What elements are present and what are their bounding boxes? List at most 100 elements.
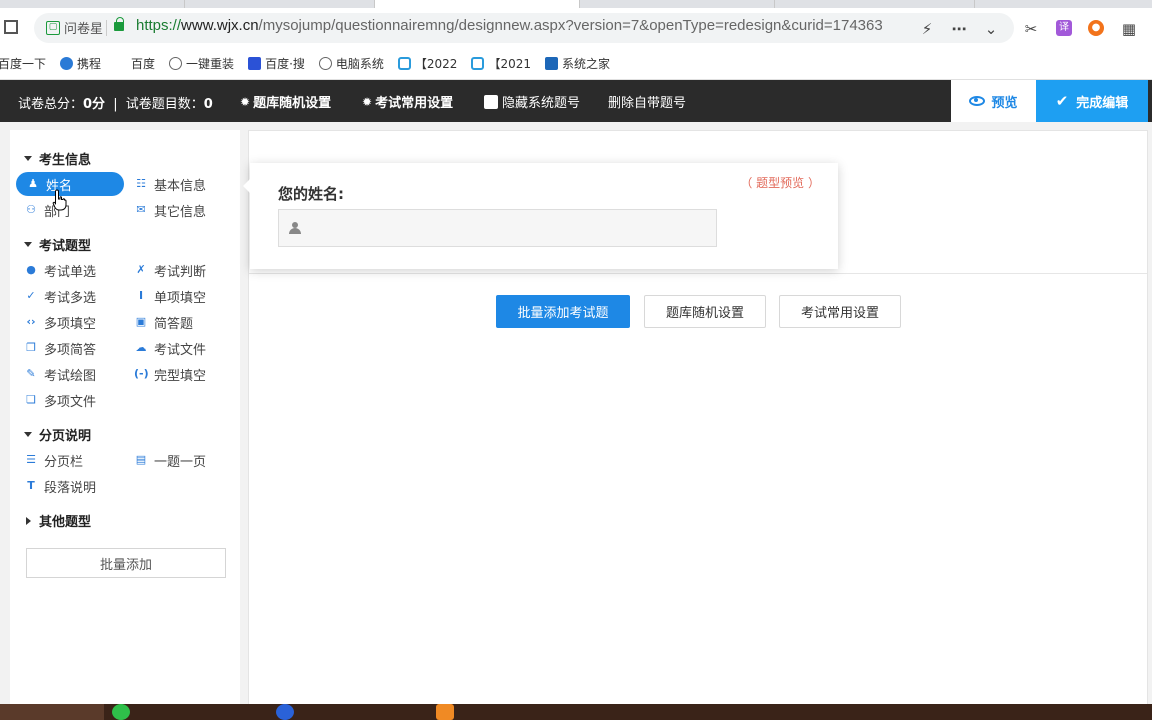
sidebar-item-multi-blank[interactable]: ‹› 多项填空 bbox=[24, 310, 96, 334]
site-tag[interactable]: ▢ 问卷星 bbox=[46, 18, 103, 37]
browser-tab[interactable] bbox=[580, 0, 775, 8]
sidebar-item-true-false[interactable]: ✗ 考试判断 bbox=[134, 258, 206, 282]
score-summary: 试卷总分：0分 | 试卷题目数：0 bbox=[18, 93, 213, 112]
sidebar-item-label: 考试判断 bbox=[154, 264, 207, 280]
bookmark-item[interactable]: 携程 bbox=[60, 55, 101, 72]
check-icon: ✔ bbox=[1055, 92, 1069, 110]
text-box-icon: ▣ bbox=[135, 315, 147, 328]
sidebar-item-one-per-page[interactable]: ▤ 一题一页 bbox=[134, 448, 206, 472]
sidebar-item-label: 分页栏 bbox=[44, 454, 84, 470]
lock-icon[interactable] bbox=[114, 17, 124, 31]
browser-tab[interactable] bbox=[0, 0, 185, 8]
apps-icon[interactable]: ▦ bbox=[1120, 20, 1138, 38]
section-exam-types[interactable]: 考试题型 bbox=[24, 235, 91, 254]
sidebar-item-cloze[interactable]: (-) 完型填空 bbox=[134, 362, 206, 386]
more-icon[interactable]: ⋯ bbox=[950, 20, 968, 38]
bookmark-item[interactable]: 系统之家 bbox=[545, 55, 610, 72]
bookmark-label: 电脑系统 bbox=[335, 57, 384, 71]
app-icon bbox=[436, 704, 454, 720]
batch-add-exam-button[interactable]: 批量添加考试题 bbox=[496, 295, 630, 328]
batch-add-button[interactable]: 批量添加 bbox=[26, 548, 226, 578]
sidebar-item-label: 简答题 bbox=[154, 316, 194, 332]
taskbar-item[interactable] bbox=[0, 704, 104, 720]
exam-common-settings-button[interactable]: 考试常用设置 bbox=[779, 295, 901, 328]
bookmark-item[interactable]: 【2022 bbox=[397, 55, 457, 72]
sidebar-item-label: 基本信息 bbox=[154, 178, 207, 194]
url-text[interactable]: https://www.wjx.cn/mysojump/questionnair… bbox=[136, 17, 906, 34]
sidebar-item-label: 多项文件 bbox=[44, 394, 97, 410]
bookmark-item[interactable]: 百度一下 bbox=[0, 55, 46, 72]
address-bar-row: ▢ 问卷星 https://www.wjx.cn/mysojump/questi… bbox=[0, 8, 1152, 48]
sidebar-item-label: 考试多选 bbox=[44, 290, 97, 306]
baidu-paw-icon bbox=[248, 57, 262, 70]
bookmark-item[interactable]: 一键重装 bbox=[169, 55, 234, 72]
preview-question-title: 您的姓名: bbox=[278, 185, 344, 203]
sidebar-item-multi-short-answer[interactable]: ❐ 多项简答 bbox=[24, 336, 96, 360]
home-icon[interactable] bbox=[4, 20, 18, 34]
chevron-down-icon[interactable]: ⌄ bbox=[982, 20, 1000, 38]
sidebar-item-paragraph[interactable]: T 段落说明 bbox=[24, 474, 96, 498]
random-bank-settings-button[interactable]: 题库随机设置 bbox=[644, 295, 766, 328]
delete-numbers-label: 删除自带题号 bbox=[608, 96, 687, 111]
taskbar-item[interactable] bbox=[436, 704, 576, 720]
sidebar-item-name[interactable]: ♟ 姓名 bbox=[16, 172, 124, 196]
canvas-divider bbox=[249, 273, 1147, 274]
taskbar-item[interactable] bbox=[112, 704, 252, 720]
sidebar-item-single-choice[interactable]: ● 考试单选 bbox=[24, 258, 96, 282]
section-candidate-info[interactable]: 考生信息 bbox=[24, 149, 91, 168]
hide-numbers-checkbox[interactable] bbox=[484, 94, 498, 109]
game-icon[interactable]: ● bbox=[1088, 20, 1104, 36]
hand-cursor-icon bbox=[52, 189, 67, 211]
sidebar-item-basic-info[interactable]: ☷ 基本信息 bbox=[134, 172, 206, 196]
sidebar-item-short-answer[interactable]: ▣ 简答题 bbox=[134, 310, 193, 334]
random-bank-button[interactable]: ✹ 题库随机设置 bbox=[240, 92, 331, 112]
question-preview-popup: （ 题型预览 ） 您的姓名: bbox=[243, 163, 838, 269]
sidebar-item-exam-file[interactable]: ☁ 考试文件 bbox=[134, 336, 207, 360]
app-icon bbox=[276, 704, 294, 720]
translate-icon[interactable]: 译 bbox=[1056, 20, 1072, 36]
browser-tab[interactable] bbox=[775, 0, 975, 8]
sidebar-item-page-break[interactable]: ☰ 分页栏 bbox=[24, 448, 83, 472]
ctrip-icon bbox=[60, 57, 74, 70]
delete-numbers-button[interactable]: 删除自带题号 bbox=[608, 92, 686, 111]
bookmark-label: 携程 bbox=[77, 57, 102, 71]
lightning-icon[interactable]: ⚡ bbox=[918, 20, 936, 38]
sidebar-item-label: 多项填空 bbox=[44, 316, 97, 332]
browser-tab[interactable] bbox=[185, 0, 375, 8]
section-title: 考试题型 bbox=[39, 239, 92, 254]
preview-name-input bbox=[278, 209, 717, 247]
sidebar-item-multi-file[interactable]: ❏ 多项文件 bbox=[24, 388, 96, 412]
sidebar-item-other-info[interactable]: ✉ 其它信息 bbox=[134, 198, 206, 222]
site-tag-icon: ▢ bbox=[46, 20, 60, 35]
bookmark-item[interactable]: 电脑系统 bbox=[318, 55, 384, 72]
preview-button[interactable]: 预览 bbox=[951, 80, 1036, 122]
bookmark-item[interactable]: 【2021 bbox=[471, 55, 531, 72]
wechat-icon bbox=[112, 704, 130, 720]
sidebar-item-drawing[interactable]: ✎ 考试绘图 bbox=[24, 362, 96, 386]
sidebar-item-label: 单项填空 bbox=[154, 290, 207, 306]
bookmarks-bar: 百度一下 携程 百度 一键重装 百度·搜 电脑系统 【2022 【2021 系统… bbox=[0, 48, 1152, 80]
cloze-icon: (-) bbox=[134, 367, 149, 380]
bookmark-label: 一键重装 bbox=[186, 57, 235, 71]
url-separator bbox=[106, 20, 107, 36]
scissors-icon[interactable]: ✂ bbox=[1022, 20, 1040, 38]
text-cursor-icon: I bbox=[138, 289, 144, 302]
section-other-types[interactable]: 其他题型 bbox=[24, 511, 91, 530]
exam-settings-button[interactable]: ✹ 考试常用设置 bbox=[362, 92, 453, 112]
bookmark-item[interactable]: 百度·搜 bbox=[248, 55, 305, 72]
taskbar-item[interactable] bbox=[276, 704, 416, 720]
bookmark-item[interactable]: 百度 bbox=[131, 55, 155, 72]
eye-icon bbox=[969, 96, 986, 106]
section-pagination[interactable]: 分页说明 bbox=[24, 425, 91, 444]
mail-icon: ✉ bbox=[136, 203, 146, 216]
url-scheme: https:// bbox=[136, 17, 182, 34]
score-divider: | bbox=[113, 97, 118, 112]
hide-numbers-toggle[interactable]: 隐藏系统题号 bbox=[484, 92, 580, 111]
finish-edit-button[interactable]: ✔ 完成编辑 bbox=[1036, 80, 1148, 122]
bookmark-label: 【2021 bbox=[488, 57, 531, 71]
sidebar-item-single-blank[interactable]: I 单项填空 bbox=[134, 284, 206, 308]
bookmark-label: 百度 bbox=[131, 57, 156, 71]
check-icon: ✓ bbox=[26, 289, 36, 302]
browser-tab-active[interactable] bbox=[375, 0, 580, 8]
sidebar-item-multi-choice[interactable]: ✓ 考试多选 bbox=[24, 284, 96, 308]
